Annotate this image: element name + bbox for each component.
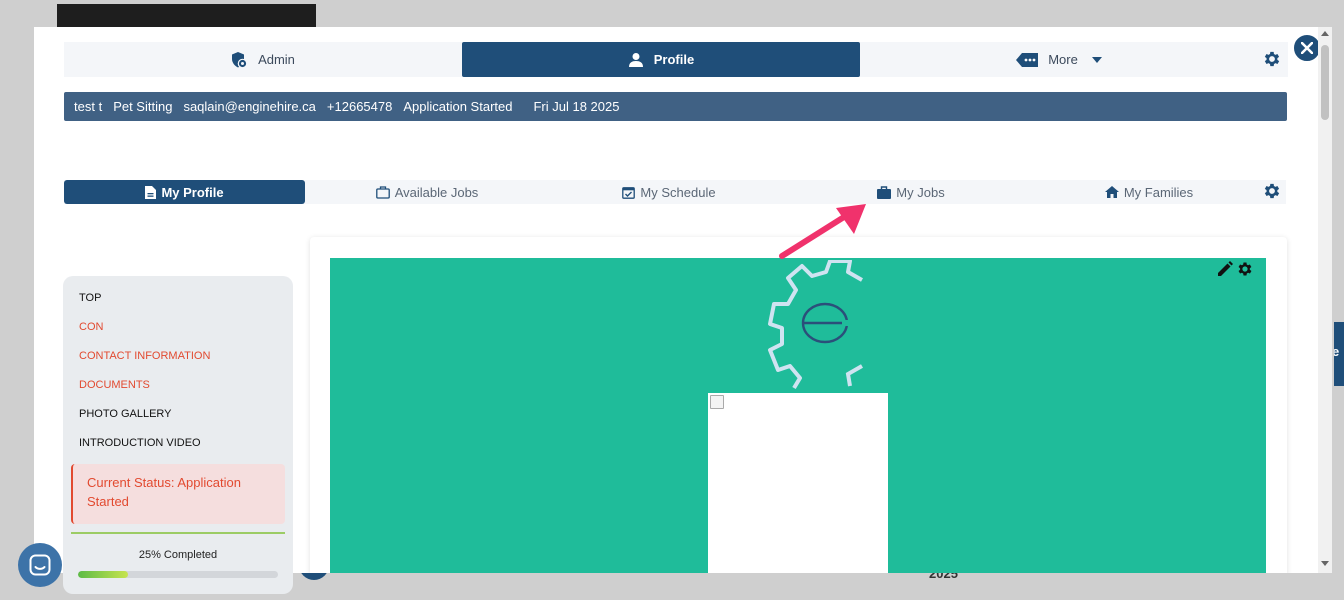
status-divider	[71, 532, 285, 534]
profile-banner	[330, 258, 1266, 573]
applicant-date: Fri Jul 18 2025	[533, 99, 620, 114]
nav-item-documents[interactable]: DOCUMENTS	[79, 379, 150, 391]
close-icon	[1301, 42, 1313, 54]
broken-image-placeholder	[708, 393, 888, 573]
current-status-box: Current Status: Application Started	[71, 464, 285, 524]
tab-my-schedule[interactable]: My Schedule	[549, 180, 789, 204]
scroll-up-icon[interactable]	[1321, 31, 1329, 36]
progress-label: 25% Completed	[138, 549, 218, 561]
enginehire-logo-icon	[768, 260, 863, 390]
home-icon	[1104, 186, 1119, 198]
progress-bar	[78, 571, 278, 578]
tab-more[interactable]: More	[861, 42, 1257, 77]
applicant-status: Application Started	[403, 99, 513, 114]
user-icon	[628, 52, 643, 67]
nav-item-top[interactable]: TOP	[79, 292, 101, 304]
chat-launcher-button[interactable]	[18, 543, 62, 587]
nav-item-contact-information[interactable]: CONTACT INFORMATION	[79, 350, 210, 362]
briefcase-icon	[877, 185, 892, 199]
calendar-check-icon	[622, 186, 636, 199]
banner-gear-icon[interactable]	[1236, 260, 1254, 278]
applicant-info-bar: test t Pet Sitting saqlain@enginehire.ca…	[64, 92, 1287, 121]
applicant-service: Pet Sitting	[113, 99, 173, 114]
broken-image-icon	[710, 395, 724, 409]
caret-down-icon	[1091, 56, 1102, 63]
shield-gear-icon	[232, 51, 248, 68]
chat-icon	[29, 554, 51, 576]
pointer-arrow-icon	[779, 204, 866, 259]
nav-item-introduction-video[interactable]: INTRODUCTION VIDEO	[79, 437, 201, 449]
applicant-name: test t	[74, 99, 103, 114]
modal-scrollbar[interactable]	[1318, 27, 1332, 573]
nav-item-con[interactable]: CON	[79, 321, 103, 333]
scrollbar-thumb[interactable]	[1321, 45, 1329, 120]
sub-tab-bar: My Profile Available Jobs My Schedule My…	[64, 180, 1286, 204]
briefcase-outline-icon	[375, 185, 390, 199]
top-tab-bar: Admin Profile More	[64, 42, 1288, 77]
tab-my-families[interactable]: My Families	[1033, 180, 1265, 204]
tag-dots-icon	[1016, 52, 1039, 67]
pencil-icon[interactable]	[1216, 260, 1234, 278]
background-header-bar	[57, 4, 316, 28]
progress-bar-fill	[78, 571, 128, 578]
tab-available-jobs[interactable]: Available Jobs	[307, 180, 547, 204]
tab-admin[interactable]: Admin	[64, 42, 461, 77]
gear-icon[interactable]	[1262, 49, 1282, 69]
applicant-phone: +12665478	[326, 99, 393, 114]
sub-settings-gear-icon[interactable]	[1262, 181, 1282, 201]
applicant-email: saqlain@enginehire.ca	[183, 99, 316, 114]
tab-profile[interactable]: Profile	[462, 42, 860, 77]
tab-my-profile[interactable]: My Profile	[64, 180, 305, 204]
section-side-nav: TOP CON CONTACT INFORMATION DOCUMENTS PH…	[63, 276, 293, 594]
background-side-tab: e	[1334, 322, 1344, 386]
document-icon	[145, 185, 157, 199]
nav-item-photo-gallery[interactable]: PHOTO GALLERY	[79, 408, 172, 420]
scroll-down-icon[interactable]	[1321, 561, 1329, 566]
